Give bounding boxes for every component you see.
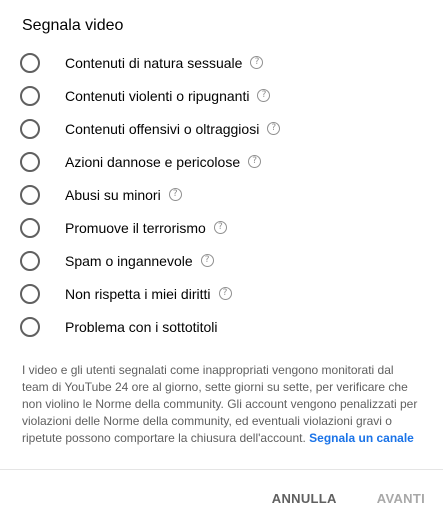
option-hateful-content[interactable]: Contenuti offensivi o oltraggiosi ? bbox=[20, 112, 430, 145]
option-label: Non rispetta i miei diritti bbox=[65, 285, 211, 302]
help-circle-icon[interactable]: ? bbox=[168, 188, 182, 201]
help-circle-icon[interactable]: ? bbox=[248, 155, 262, 168]
help-circle-icon[interactable]: ? bbox=[250, 56, 264, 69]
option-spam[interactable]: Spam o ingannevole ? bbox=[20, 244, 430, 277]
radio-unchecked-icon[interactable] bbox=[20, 151, 40, 172]
dialog-actions: ANNULLA AVANTI bbox=[262, 484, 443, 512]
option-label: Azioni dannose e pericolose bbox=[65, 153, 241, 170]
cancel-button[interactable]: ANNULLA bbox=[262, 485, 347, 512]
radio-unchecked-icon[interactable] bbox=[20, 316, 40, 337]
radio-unchecked-icon[interactable] bbox=[20, 217, 40, 238]
option-label: Promuove il terrorismo bbox=[65, 219, 206, 236]
option-sexual-content[interactable]: Contenuti di natura sessuale ? bbox=[20, 46, 430, 79]
help-circle-icon[interactable]: ? bbox=[218, 287, 232, 300]
help-circle-icon[interactable]: ? bbox=[200, 254, 214, 267]
report-channel-link[interactable]: Segnala un canale bbox=[309, 431, 414, 445]
radio-unchecked-icon[interactable] bbox=[20, 283, 40, 304]
report-disclaimer: I video e gli utenti segnalati come inap… bbox=[22, 362, 422, 447]
radio-unchecked-icon[interactable] bbox=[20, 184, 40, 205]
option-label: Contenuti violenti o ripugnanti bbox=[65, 87, 250, 104]
help-circle-icon[interactable]: ? bbox=[257, 89, 271, 102]
option-captions-issue[interactable]: Problema con i sottotitoli bbox=[20, 310, 430, 343]
dialog-title: Segnala video bbox=[22, 17, 124, 34]
option-violent-content[interactable]: Contenuti violenti o ripugnanti ? bbox=[20, 79, 430, 112]
radio-unchecked-icon[interactable] bbox=[20, 85, 40, 106]
radio-unchecked-icon[interactable] bbox=[20, 250, 40, 271]
option-child-abuse[interactable]: Abusi su minori ? bbox=[20, 178, 430, 211]
report-options-list: Contenuti di natura sessuale ? Contenuti… bbox=[20, 46, 430, 343]
option-terrorism[interactable]: Promuove il terrorismo ? bbox=[20, 211, 430, 244]
help-circle-icon[interactable]: ? bbox=[213, 221, 227, 234]
option-label: Contenuti offensivi o oltraggiosi bbox=[65, 120, 260, 137]
option-label: Abusi su minori bbox=[65, 186, 161, 203]
option-label: Problema con i sottotitoli bbox=[65, 318, 218, 335]
option-harmful-acts[interactable]: Azioni dannose e pericolose ? bbox=[20, 145, 430, 178]
option-label: Contenuti di natura sessuale bbox=[65, 54, 243, 71]
help-circle-icon[interactable]: ? bbox=[267, 122, 281, 135]
report-video-dialog: Segnala video Contenuti di natura sessua… bbox=[0, 0, 443, 523]
option-infringes-rights[interactable]: Non rispetta i miei diritti ? bbox=[20, 277, 430, 310]
footer-divider bbox=[0, 469, 443, 470]
radio-unchecked-icon[interactable] bbox=[20, 118, 40, 139]
next-button[interactable]: AVANTI bbox=[367, 485, 435, 512]
option-label: Spam o ingannevole bbox=[65, 252, 193, 269]
radio-unchecked-icon[interactable] bbox=[20, 52, 40, 73]
